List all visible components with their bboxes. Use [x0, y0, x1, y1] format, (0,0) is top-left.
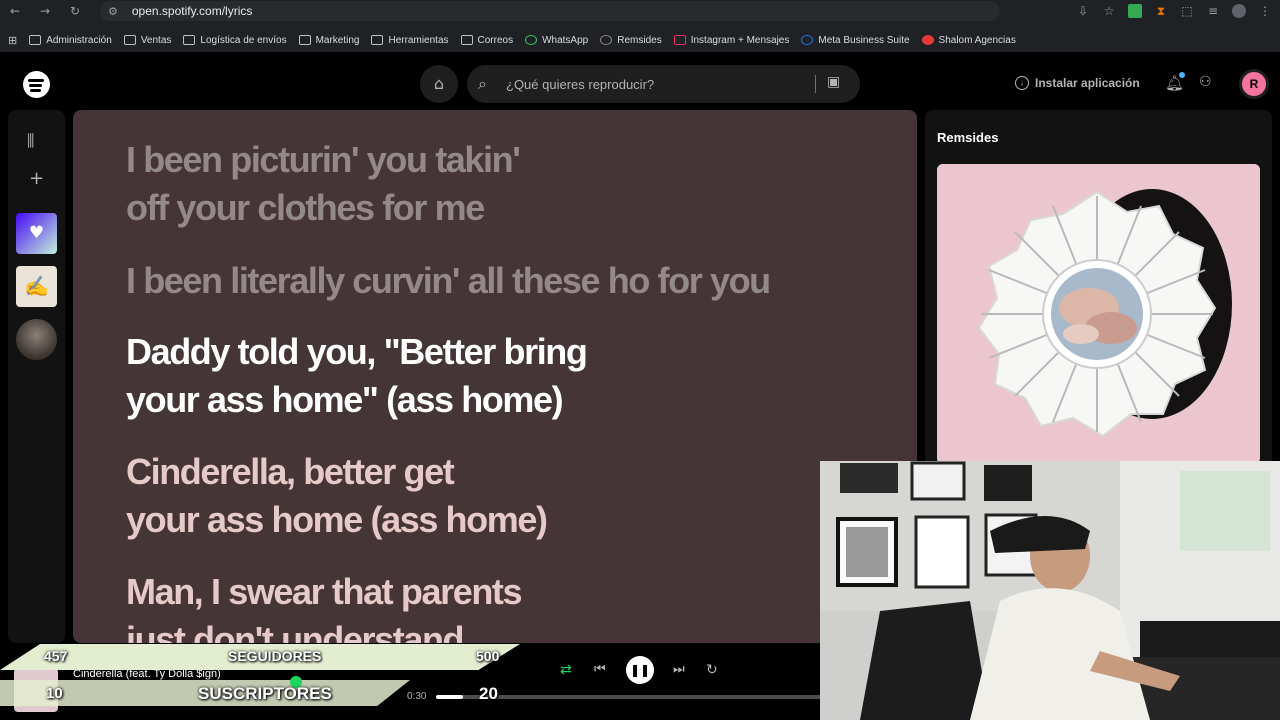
heart-icon: ♥	[28, 223, 45, 243]
followers-label: SEGUIDORES	[228, 648, 322, 664]
remsides-icon	[600, 35, 613, 45]
library-icon[interactable]: ⫼	[27, 131, 34, 151]
folder-icon	[460, 35, 473, 45]
notification-dot	[1179, 72, 1185, 78]
previous-icon[interactable]: ⏮	[594, 662, 606, 677]
lyric-line[interactable]: Man, I swear that parents just don't und…	[126, 568, 523, 643]
album-cover	[937, 164, 1260, 464]
followers-current: 457	[44, 648, 68, 664]
profile-icon[interactable]	[1232, 4, 1246, 18]
bookmark-marketing[interactable]: Marketing	[298, 35, 359, 46]
subs-current: 10	[46, 685, 63, 702]
bookmark-herramientas[interactable]: Herramientas	[371, 35, 449, 46]
webcam-feed	[820, 461, 1280, 720]
bookmarks-bar: ⊞ Administración Ventas Logística de env…	[0, 28, 1280, 52]
home-button[interactable]: ⌂	[420, 65, 458, 103]
progress-fill	[436, 695, 464, 699]
current-time: 0:30	[407, 691, 427, 702]
liked-songs-item[interactable]: ♥	[16, 213, 57, 254]
bookmark-instagram[interactable]: Instagram + Mensajes	[673, 35, 789, 46]
puzzle-icon[interactable]: ⬚	[1180, 4, 1194, 18]
url-text: open.spotify.com/lyrics	[131, 4, 253, 18]
address-bar[interactable]: ⚙ open.spotify.com/lyrics	[100, 1, 1000, 21]
bookmark-remsides[interactable]: Remsides	[600, 35, 662, 46]
extension-green-icon[interactable]	[1128, 4, 1142, 18]
album-art	[937, 164, 1260, 464]
instagram-icon	[673, 35, 686, 45]
bookmark-meta[interactable]: Meta Business Suite	[801, 35, 910, 46]
lyric-line-current[interactable]: Daddy told you, "Better bring your ass h…	[126, 328, 588, 424]
lyric-line[interactable]: Cinderella, better get your ass home (as…	[126, 448, 548, 544]
user-avatar[interactable]: R	[1239, 69, 1269, 99]
logo-wave	[29, 84, 42, 87]
repeat-icon[interactable]: ↻	[706, 662, 718, 678]
folder-icon	[183, 35, 196, 45]
bookmark-administracion[interactable]: Administración	[29, 35, 112, 46]
browse-icon[interactable]: ▣	[827, 74, 840, 90]
panel-title[interactable]: Remsides	[937, 130, 998, 145]
shuffle-icon[interactable]: ⇄	[560, 662, 572, 678]
extension-orange-icon[interactable]: ⧗	[1154, 4, 1168, 18]
reload-icon[interactable]: ↻	[60, 4, 90, 18]
library-sidebar	[8, 110, 65, 643]
bookmark-correos[interactable]: Correos	[460, 35, 513, 46]
bookmark-shalom[interactable]: Shalom Agencias	[921, 35, 1016, 46]
apps-icon[interactable]: ⊞	[8, 34, 17, 47]
bookmark-whatsapp[interactable]: WhatsApp	[525, 35, 588, 46]
folder-icon	[298, 35, 311, 45]
lyrics-panel: I been picturin' you takin' off your clo…	[73, 110, 917, 643]
subs-goal: 20	[479, 684, 498, 703]
logo-wave	[28, 79, 44, 82]
download-icon: ↓	[1015, 76, 1029, 90]
plus-icon[interactable]: +	[29, 168, 44, 189]
search-input[interactable]	[506, 76, 806, 92]
search-divider	[815, 75, 816, 93]
menu-icon[interactable]: ⋮	[1258, 4, 1272, 18]
followers-goal: 500	[476, 648, 500, 664]
sidebar-artist-item[interactable]	[16, 319, 57, 360]
bookmark-logistica[interactable]: Logística de envíos	[183, 35, 287, 46]
reading-list-icon[interactable]: ≡	[1206, 4, 1220, 18]
lyric-line[interactable]: I been literally curvin' all these ho fo…	[126, 257, 771, 305]
whatsapp-icon	[525, 35, 538, 45]
signature-icon: ✍	[24, 274, 49, 298]
folder-icon	[29, 35, 42, 45]
install-app-button[interactable]: ↓ Instalar aplicación	[1015, 76, 1140, 90]
bookmark-ventas[interactable]: Ventas	[123, 35, 171, 46]
search-icon: ⌕	[478, 74, 487, 93]
pause-icon: ❚❚	[629, 663, 651, 677]
next-icon[interactable]: ⏭	[673, 662, 685, 677]
forward-icon[interactable]: →	[30, 4, 60, 18]
friends-icon[interactable]: ⚇	[1199, 74, 1212, 90]
star-icon[interactable]: ☆	[1102, 4, 1116, 18]
back-icon[interactable]: ←	[0, 4, 30, 18]
spotify-logo-icon[interactable]	[23, 71, 50, 98]
logo-wave	[30, 89, 41, 92]
lyric-line[interactable]: I been picturin' you takin' off your clo…	[126, 136, 521, 232]
webcam-image	[820, 461, 1280, 720]
site-info-icon[interactable]: ⚙	[108, 5, 118, 18]
extensions-bar: ⇩ ☆ ⧗ ⬚ ≡ ⋮	[1076, 0, 1272, 22]
folder-icon	[371, 35, 384, 45]
meta-icon	[801, 35, 814, 45]
pause-button[interactable]: ❚❚	[626, 656, 654, 684]
folder-icon	[123, 35, 136, 45]
sidebar-playlist-item[interactable]: ✍	[16, 266, 57, 307]
install-icon[interactable]: ⇩	[1076, 4, 1090, 18]
shalom-icon	[921, 35, 934, 45]
search-bar[interactable]: ⌕ ▣	[467, 65, 860, 103]
subs-label: SUSCRIPTORES	[198, 684, 332, 703]
